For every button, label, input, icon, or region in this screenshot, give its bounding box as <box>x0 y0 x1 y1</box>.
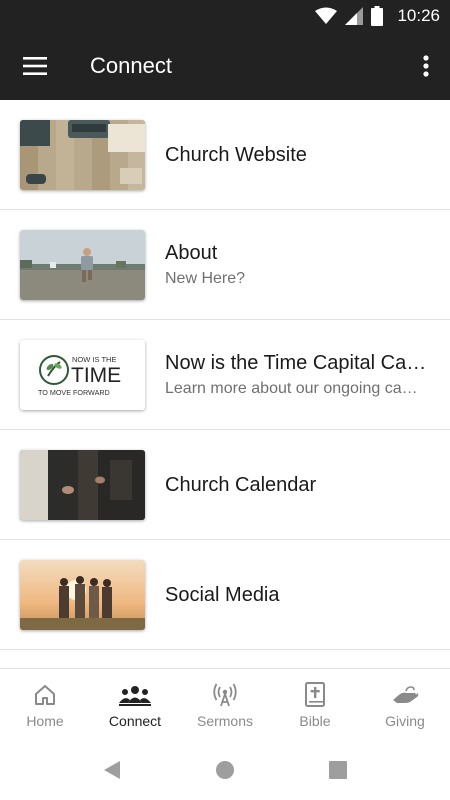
thumbnail-child-running-field <box>20 230 145 300</box>
overflow-menu-button[interactable] <box>416 46 436 86</box>
thumbnail-typewriter-desk <box>20 120 145 190</box>
home-button-icon[interactable] <box>215 760 235 780</box>
people-icon <box>119 681 151 709</box>
thumbnail-people-with-phones <box>20 450 145 520</box>
list-item-text: Now is the Time Capital Campaign Learn m… <box>165 320 430 430</box>
list-item-church-website[interactable]: Church Website <box>0 100 450 210</box>
nav-item-connect[interactable]: Connect <box>90 669 180 740</box>
list-item-text: Church Website <box>165 100 430 210</box>
list-item-social-media[interactable]: Social Media <box>0 540 450 650</box>
list-item-title: Now is the Time Capital Campaign <box>165 352 430 374</box>
battery-icon <box>371 6 384 26</box>
status-icons: 10:26 <box>315 0 440 32</box>
back-icon[interactable] <box>102 760 122 780</box>
cell-signal-icon <box>345 7 364 25</box>
connect-list: Church Website About New Here? NOW IS TH… <box>0 100 450 650</box>
wifi-icon <box>315 7 338 24</box>
list-item-church-calendar[interactable]: Church Calendar <box>0 430 450 540</box>
nav-item-home[interactable]: Home <box>0 669 90 740</box>
list-item-title: About <box>165 242 218 264</box>
status-time: 10:26 <box>397 6 440 25</box>
nav-label: Giving <box>385 713 425 729</box>
logo-text-bottom: TO MOVE FORWARD <box>38 388 110 397</box>
nav-item-sermons[interactable]: Sermons <box>180 669 270 740</box>
logo-text-top: NOW IS THE <box>72 355 116 364</box>
list-item-text: Social Media <box>165 540 430 650</box>
nav-label: Connect <box>108 713 162 729</box>
bible-icon <box>304 681 326 709</box>
thumbnail-now-is-the-time-logo: NOW IS THE TIME TO MOVE FORWARD <box>20 340 145 410</box>
nav-item-giving[interactable]: Giving <box>360 669 450 740</box>
nav-label: Home <box>26 713 64 729</box>
list-item-text: About New Here? <box>165 210 430 320</box>
list-item-capital-campaign[interactable]: NOW IS THE TIME TO MOVE FORWARD Now is t… <box>0 320 450 430</box>
logo-text-main: TIME <box>71 364 121 387</box>
list-item-subtitle: New Here? <box>165 270 246 287</box>
home-icon <box>33 681 57 709</box>
menu-button[interactable] <box>14 46 56 86</box>
list-item-about[interactable]: About New Here? <box>0 210 450 320</box>
status-bar: 10:26 <box>0 0 450 32</box>
bottom-nav: Home Connect Sermons Bible Giving <box>0 668 450 740</box>
more-vert-icon <box>423 55 429 77</box>
system-nav-bar <box>0 740 450 800</box>
list-item-text: Church Calendar <box>165 430 430 540</box>
nav-label: Sermons <box>196 713 254 729</box>
hamburger-icon <box>23 57 47 75</box>
page-title: Connect <box>90 53 172 78</box>
list-item-title: Social Media <box>165 583 280 606</box>
nav-item-bible[interactable]: Bible <box>270 669 360 740</box>
list-item-title: Church Website <box>165 143 307 166</box>
broadcast-icon <box>212 681 238 709</box>
recents-icon[interactable] <box>328 760 348 780</box>
giving-hand-icon <box>391 681 419 709</box>
list-item-subtitle: Learn more about our ongoing campaign <box>165 380 430 397</box>
nav-label: Bible <box>299 713 331 729</box>
app-bar: Connect <box>0 32 450 100</box>
thumbnail-friends-at-sunset <box>20 560 145 630</box>
list-item-title: Church Calendar <box>165 473 317 496</box>
